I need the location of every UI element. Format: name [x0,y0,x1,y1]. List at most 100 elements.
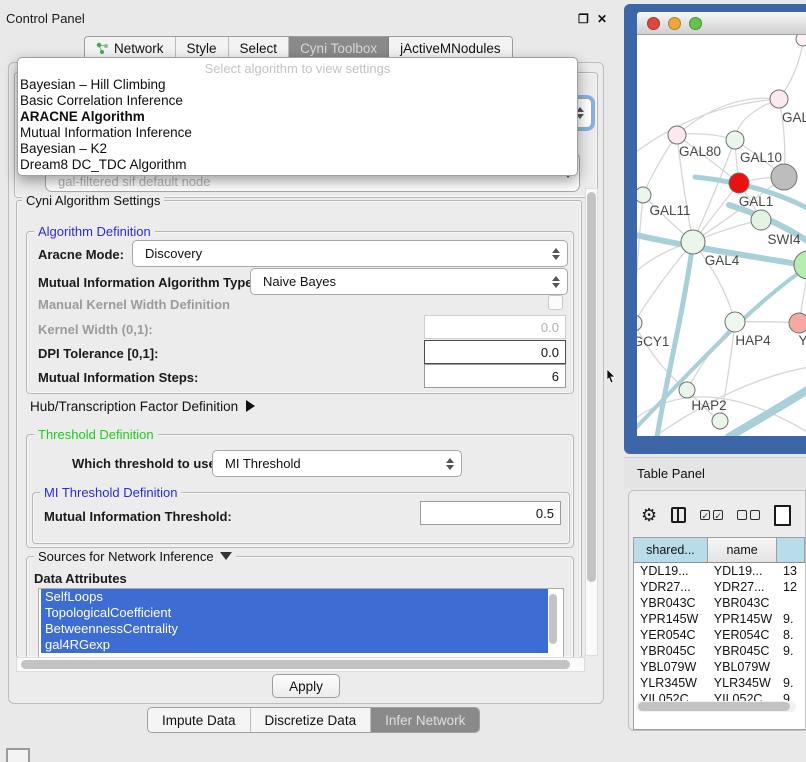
bottom-tab-infer-network[interactable]: Infer Network [371,708,479,732]
close-panel-icon[interactable]: ✕ [597,12,607,26]
table-cell[interactable]: 9. [777,611,805,627]
mi-steps-field[interactable]: 6 [424,364,566,388]
table-cell[interactable]: YPR145W [634,611,708,627]
table-cell[interactable]: YDR27... [708,579,777,595]
table-cell[interactable] [777,659,805,675]
table-cell[interactable]: YBR045C [634,643,708,659]
collapse-down-icon [220,552,232,560]
network-node-gcy1[interactable] [637,315,642,331]
network-node-gal80[interactable] [668,126,686,144]
split-columns-icon[interactable] [671,507,686,523]
kernel-width-field[interactable]: 0.0 [424,315,566,339]
column-header-name[interactable]: name [708,538,777,562]
table-cell[interactable]: YBL079W [634,659,708,675]
table-cell[interactable]: YER054C [634,627,708,643]
network-canvas[interactable]: GALGAL80GAL10GAL11GAL1GAL4SWI4GCY1HAP4YH… [637,35,806,436]
table-hscrollbar-thumb[interactable] [638,702,790,711]
table-cell[interactable]: YLR345W [708,675,777,691]
table-cell[interactable]: YDL19... [708,563,777,579]
cyni-algorithm-settings-title: Cyni Algorithm Settings [22,193,164,208]
minimized-panel-icon[interactable] [6,748,30,762]
bottom-tab-discretize-data[interactable]: Discretize Data [251,708,372,732]
network-node-gal4[interactable] [681,230,705,254]
select-all-checkboxes-icon[interactable]: ✓✓ [700,510,723,520]
algorithm-popup-items: Bayesian – Hill ClimbingBasic Correlatio… [18,77,577,173]
table-cell[interactable]: YBL079W [708,659,777,675]
table-cell[interactable]: YBR043C [634,595,708,611]
settings-vscrollbar-thumb[interactable] [587,192,596,582]
network-window-titlebar[interactable] [637,12,806,35]
network-node-gal[interactable] [770,90,788,108]
data-attribute-option-selfloops[interactable]: SelfLoops [41,589,548,605]
mi-steps-label: Mutual Information Steps: [38,370,198,385]
network-node-label: GAL [782,110,806,125]
data-attribute-option-topologicalcoefficient[interactable]: TopologicalCoefficient [41,605,548,621]
table-cell[interactable]: 9. [777,643,805,659]
table-cell[interactable]: YPR145W [708,611,777,627]
table-cell[interactable]: 13 [777,563,805,579]
data-attribute-option-betweennesscentrality[interactable]: BetweennessCentrality [41,621,548,637]
table-toolbar: ⚙ ✓✓ [641,503,791,527]
minimize-window-button[interactable] [668,17,681,30]
tab-label: Select [240,41,278,56]
table-row[interactable]: YER054CYER054C8. [634,627,805,643]
table-cell[interactable]: YLR345W [634,675,708,691]
data-attributes-list[interactable]: SelfLoopsTopologicalCoefficientBetweenne… [38,588,564,658]
sources-title[interactable]: Sources for Network Inference [34,549,236,564]
table-row[interactable]: YDL19...YDL19...13 [634,563,805,579]
deselect-all-checkboxes-icon[interactable] [737,510,760,520]
which-threshold-combobox[interactable]: MI Threshold [212,450,462,477]
hub-definition-expander[interactable]: Hub/Transcription Factor Definition [30,399,255,414]
algorithm-option-bayesian-k2[interactable]: Bayesian – K2 [18,141,577,157]
close-window-button[interactable] [647,17,660,30]
network-node[interactable] [729,173,749,193]
table-cell[interactable] [777,595,805,611]
table-cell[interactable]: YDL19... [634,563,708,579]
mi-threshold-field[interactable]: 0.5 [420,501,561,525]
zoom-window-button[interactable] [689,17,702,30]
table-cell[interactable]: YER054C [708,627,777,643]
table-cell[interactable]: YDR27... [634,579,708,595]
column-header-shared[interactable]: shared... [634,538,708,562]
bottom-tab-impute-data[interactable]: Impute Data [148,708,251,732]
network-node-gal1[interactable] [751,210,771,230]
mi-algorithm-type-combobox[interactable]: Naive Bayes [250,268,568,295]
table-row[interactable]: YDR27...YDR27...12 [634,579,805,595]
float-panel-icon[interactable]: ❐ [578,12,589,26]
table-cell[interactable]: YBR043C [708,595,777,611]
algorithm-option-bayesian-hill-climbing[interactable]: Bayesian – Hill Climbing [18,77,577,93]
file-icon[interactable] [774,505,791,526]
network-view-window: GALGAL80GAL10GAL11GAL1GAL4SWI4GCY1HAP4YH… [624,4,806,454]
list-scrollbar-thumb[interactable] [549,594,557,644]
gear-icon[interactable]: ⚙ [641,506,657,524]
table-cell[interactable]: 12 [777,579,805,595]
column-header-2[interactable] [777,538,805,562]
network-node-gal11[interactable] [637,187,651,203]
algorithm-option-aracne-algorithm[interactable]: ARACNE Algorithm [18,109,577,125]
manual-kernel-width-checkbox[interactable] [548,295,563,310]
table-cell[interactable]: YBR045C [708,643,777,659]
algorithm-option-mutual-information-inference[interactable]: Mutual Information Inference [18,125,577,141]
network-node-hap2[interactable] [679,382,695,398]
network-node[interactable] [712,413,728,429]
dpi-tolerance-field[interactable]: 0.0 [424,340,566,364]
network-node-y[interactable] [789,313,806,333]
data-attribute-option-gal4rgexp[interactable]: gal4RGexp [41,637,548,653]
apply-button[interactable]: Apply [272,674,340,698]
table-row[interactable]: YBR043CYBR043C [634,595,805,611]
network-node[interactable] [796,35,806,46]
table-row[interactable]: YBL079WYBL079W [634,659,805,675]
aracne-mode-combobox[interactable]: Discovery [132,240,568,267]
table-cell[interactable]: 9. [777,675,805,691]
table-row[interactable]: YBR045CYBR045C9. [634,643,805,659]
table-row[interactable]: YLR345WYLR345W9. [634,675,805,691]
network-node[interactable] [771,164,797,190]
algorithm-option-dream8-dc-tdc-algorithm[interactable]: Dream8 DC_TDC Algorithm [18,157,577,173]
network-node-hap4[interactable] [725,312,745,332]
table-cell[interactable]: 8. [777,627,805,643]
table-hscrollbar[interactable] [636,701,796,712]
algorithm-option-basic-correlation-inference[interactable]: Basic Correlation Inference [18,93,577,109]
network-node-gal10[interactable] [726,131,744,149]
table-row[interactable]: YPR145WYPR145W9. [634,611,805,627]
settings-hscrollbar-thumb[interactable] [21,660,570,669]
